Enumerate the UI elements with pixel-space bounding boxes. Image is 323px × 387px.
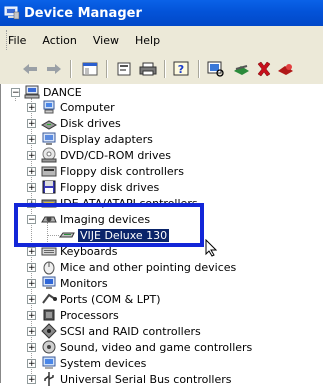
sound-icon xyxy=(42,340,56,354)
properties-icon[interactable] xyxy=(114,60,134,78)
menu-action[interactable]: Action xyxy=(34,34,84,47)
back-arrow-icon[interactable] xyxy=(20,60,40,78)
menu-view[interactable]: View xyxy=(85,34,127,47)
show-hide-tree-icon[interactable] xyxy=(80,60,100,78)
update-driver-icon[interactable] xyxy=(232,60,252,78)
tree-category-dvd-cd-rom-drives[interactable]: + DVD/CD-ROM drives xyxy=(27,147,171,163)
tree-category-system-devices[interactable]: + System devices xyxy=(27,355,146,371)
dvd-drive-icon xyxy=(41,147,57,163)
toolbar-separator xyxy=(198,60,200,78)
expand-toggle[interactable]: + xyxy=(27,166,36,176)
tree-category-processors[interactable]: + Processors xyxy=(27,307,119,323)
expand-toggle[interactable]: + xyxy=(27,278,36,288)
expand-toggle[interactable]: + xyxy=(27,310,36,320)
toolbar-separator xyxy=(106,60,108,78)
tree-category-sound[interactable]: + Sound, video and game controllers xyxy=(27,339,252,355)
toolbar-separator xyxy=(70,60,72,78)
expand-toggle[interactable]: + xyxy=(27,134,36,144)
tree-category-mice[interactable]: + Mice and other pointing devices xyxy=(27,259,236,275)
scsi-controller-icon xyxy=(41,323,57,339)
expand-toggle[interactable]: + xyxy=(27,342,36,352)
usb-icon xyxy=(44,372,54,386)
toolbar-separator xyxy=(164,60,166,78)
floppy-controller-icon xyxy=(41,166,57,177)
expand-toggle[interactable]: + xyxy=(27,374,36,384)
window-title: Device Manager xyxy=(24,5,142,21)
monitor-icon xyxy=(42,276,56,289)
selection-highlight-box xyxy=(14,203,204,247)
mouse-cursor-icon xyxy=(205,239,217,257)
menu-bar: File Action View Help xyxy=(0,26,323,55)
expand-toggle[interactable]: + xyxy=(27,118,36,128)
tree-category-floppy-disk-drives[interactable]: + Floppy disk drives xyxy=(27,179,159,195)
tree-category-display-adapters[interactable]: + Display adapters xyxy=(27,131,153,147)
expand-toggle[interactable]: + xyxy=(27,182,36,192)
device-manager-icon xyxy=(4,6,20,20)
forward-arrow-icon[interactable] xyxy=(44,60,64,78)
expand-toggle[interactable]: + xyxy=(27,102,36,112)
help-icon[interactable]: ? xyxy=(172,60,192,78)
tree-category-computer[interactable]: + Computer xyxy=(27,99,115,115)
expand-toggle[interactable]: + xyxy=(27,246,36,256)
tree-category-usb[interactable]: + Universal Serial Bus controllers xyxy=(27,371,231,387)
disk-drive-icon xyxy=(41,120,57,130)
tree-root[interactable]: − DANCE xyxy=(11,84,82,100)
uninstall-icon[interactable] xyxy=(254,60,274,78)
processor-icon xyxy=(43,309,55,321)
port-icon xyxy=(42,293,57,304)
menu-help[interactable]: Help xyxy=(127,34,168,47)
computer-name: DANCE xyxy=(43,85,82,99)
disable-icon[interactable] xyxy=(276,60,296,78)
expand-toggle[interactable]: + xyxy=(27,150,36,160)
title-bar: Device Manager xyxy=(0,0,323,26)
tree-category-disk-drives[interactable]: + Disk drives xyxy=(27,115,121,131)
tree-category-scsi-raid[interactable]: + SCSI and RAID controllers xyxy=(27,323,201,339)
print-icon[interactable] xyxy=(138,60,158,78)
expand-toggle[interactable]: + xyxy=(27,358,36,368)
scan-hardware-icon[interactable] xyxy=(206,60,226,78)
tree-category-ports[interactable]: + Ports (COM & LPT) xyxy=(27,291,161,307)
menu-grip xyxy=(6,30,10,50)
mouse-icon xyxy=(43,261,55,275)
collapse-toggle[interactable]: − xyxy=(11,87,20,97)
expand-toggle[interactable]: + xyxy=(27,294,36,304)
tree-category-monitors[interactable]: + Monitors xyxy=(27,275,108,291)
expand-toggle[interactable]: + xyxy=(27,262,36,272)
toolbar: ? xyxy=(0,54,323,85)
computer-icon xyxy=(43,100,55,114)
svg-text:?: ? xyxy=(178,63,184,76)
tree-category-floppy-disk-controllers[interactable]: + Floppy disk controllers xyxy=(27,163,184,179)
system-device-icon xyxy=(42,356,56,369)
display-adapter-icon xyxy=(42,132,56,145)
expand-toggle[interactable]: + xyxy=(27,326,36,336)
floppy-drive-icon xyxy=(42,180,56,194)
computer-icon xyxy=(24,85,40,99)
